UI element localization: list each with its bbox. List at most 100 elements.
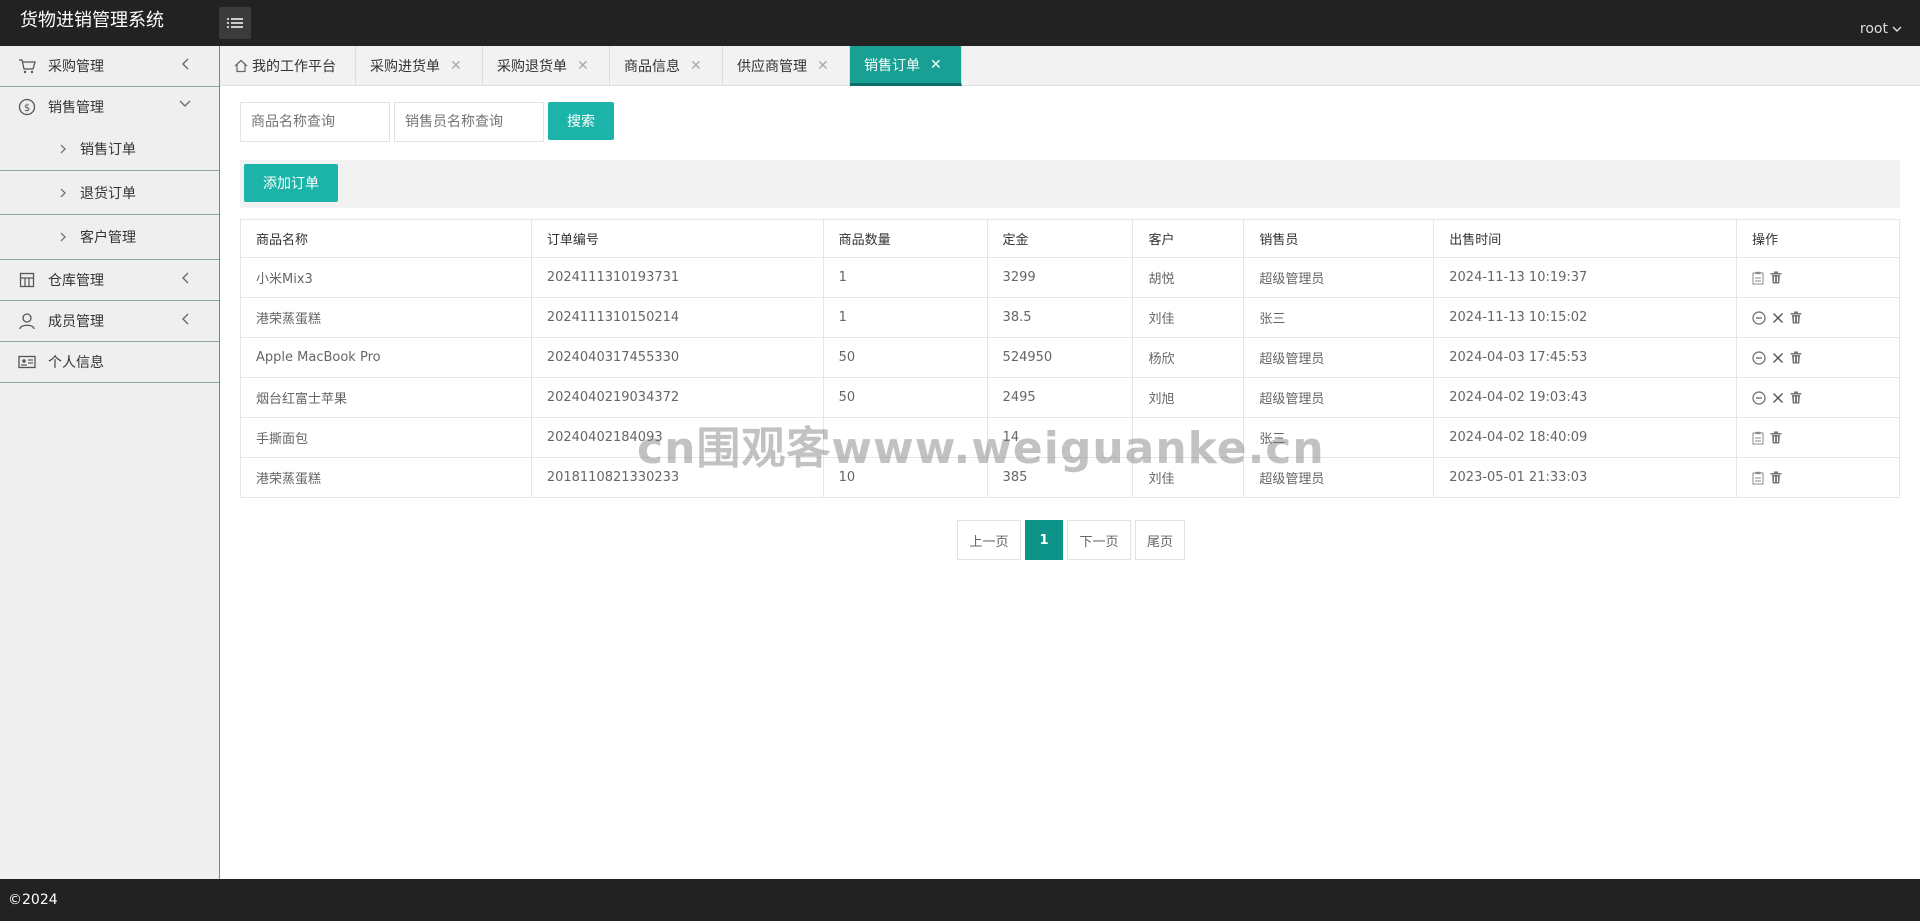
cell-deposit: 385 (986, 457, 1134, 498)
app-title: 货物进销管理系统 (20, 10, 164, 31)
cell-name: 烟台红富士苹果 (240, 377, 532, 418)
sidebar-item-label: 销售管理 (48, 100, 104, 116)
tab-products[interactable]: 商品信息 ✕ (610, 46, 723, 86)
next-page-button[interactable]: 下一页 (1067, 520, 1131, 560)
cell-deposit: 38.5 (986, 297, 1134, 338)
cell-qty: 50 (822, 337, 988, 378)
cell-qty: 1 (822, 297, 988, 338)
menu-toggle-button[interactable] (219, 7, 251, 39)
sidebar-item-profile[interactable]: 个人信息 (0, 342, 219, 382)
product-name-search-input[interactable] (240, 102, 390, 142)
cell-actions (1736, 337, 1900, 378)
cell-name: 港荣蒸蛋糕 (240, 297, 532, 338)
close-icon[interactable]: ✕ (817, 58, 829, 74)
chevron-left-icon (182, 272, 189, 284)
edit-icon[interactable] (1752, 471, 1764, 485)
sidebar-item-members[interactable]: 成员管理 (0, 301, 219, 341)
row-actions (1752, 271, 1899, 285)
row-actions (1752, 431, 1899, 445)
sidebar-subitem-label: 退货订单 (80, 185, 136, 202)
sidebar-subitem-label: 销售订单 (80, 141, 136, 158)
chevron-left-icon (182, 313, 189, 325)
sidebar-item-sales-orders[interactable]: 销售订单 (0, 127, 219, 171)
seller-name-search-input[interactable] (394, 102, 544, 142)
trash-icon[interactable] (1790, 391, 1802, 404)
add-order-button[interactable]: 添加订单 (244, 164, 338, 202)
current-page[interactable]: 1 (1025, 520, 1063, 560)
trash-icon[interactable] (1790, 311, 1802, 324)
copyright: ©2024 (8, 892, 58, 908)
main-content: 搜索 添加订单 商品名称 订单编号 商品数量 定金 客户 销售员 出售时间 操作… (220, 86, 1920, 879)
close-icon[interactable] (1772, 352, 1784, 364)
table-row: 手撕面包 20240402184093 14 张三 2024-04-02 18:40:0… (240, 417, 1900, 458)
cell-order-no: 2018110821330233 (530, 457, 824, 498)
table-row: 港荣蒸蛋糕 2018110821330233 10 385 刘佳 超级管理员 2023-05… (240, 457, 1900, 498)
last-page-button[interactable]: 尾页 (1135, 520, 1185, 560)
sidebar-item-warehouse[interactable]: 仓库管理 (0, 260, 219, 300)
chevron-right-icon (60, 144, 66, 153)
sidebar-item-return-orders[interactable]: 退货订单 (0, 171, 219, 215)
column-header[interactable]: 客户 (1132, 219, 1245, 258)
cell-order-no: 2024111310193731 (530, 257, 824, 298)
sidebar: 采购管理 $ 销售管理 销售订单 退货订单 客户管理 仓库管理 成员管理 个人信… (0, 46, 220, 879)
cell-deposit: 524950 (986, 337, 1134, 378)
tab-purchase-in[interactable]: 采购进货单 ✕ (356, 46, 483, 86)
tab-label: 供应商管理 (737, 59, 807, 75)
cell-name: 小米Mix3 (240, 257, 532, 298)
sidebar-item-label: 仓库管理 (48, 273, 104, 289)
id-card-icon (18, 353, 36, 371)
search-button[interactable]: 搜索 (548, 102, 614, 140)
trash-icon[interactable] (1770, 271, 1782, 284)
prev-page-button[interactable]: 上一页 (957, 520, 1021, 560)
tab-sales-orders[interactable]: 销售订单 ✕ (850, 46, 962, 86)
close-icon[interactable] (1772, 392, 1784, 404)
cell-time: 2024-04-02 19:03:43 (1433, 377, 1738, 418)
column-header[interactable]: 定金 (986, 219, 1134, 258)
warehouse-icon (18, 271, 36, 289)
tab-label: 我的工作平台 (252, 59, 336, 75)
sidebar-item-sales[interactable]: $ 销售管理 (0, 87, 219, 127)
cell-time: 2024-04-02 18:40:09 (1433, 417, 1738, 458)
close-icon[interactable] (1772, 312, 1784, 324)
table-row: 烟台红富士苹果 2024040219034372 50 2495 刘旭 超级管理员 2024… (240, 377, 1900, 418)
tab-suppliers[interactable]: 供应商管理 ✕ (723, 46, 850, 86)
column-header[interactable]: 出售时间 (1433, 219, 1738, 258)
chevron-right-icon (60, 232, 66, 242)
cell-time: 2023-05-01 21:33:03 (1433, 457, 1738, 498)
cell-name: Apple MacBook Pro (240, 337, 532, 378)
trash-icon[interactable] (1770, 471, 1782, 484)
sidebar-item-label: 个人信息 (48, 355, 104, 371)
sales-orders-table: 商品名称 订单编号 商品数量 定金 客户 销售员 出售时间 操作 小米Mix3 2… (240, 219, 1900, 498)
column-header[interactable]: 订单编号 (530, 219, 824, 258)
edit-icon[interactable] (1752, 271, 1764, 285)
edit-icon[interactable] (1752, 431, 1764, 445)
table-toolbar: 添加订单 (240, 160, 1900, 208)
column-header[interactable]: 商品名称 (240, 219, 532, 258)
close-icon[interactable]: ✕ (450, 58, 462, 74)
cell-seller: 超级管理员 (1243, 337, 1435, 378)
trash-icon[interactable] (1790, 351, 1802, 364)
minus-circle-icon[interactable] (1752, 310, 1766, 325)
close-icon[interactable]: ✕ (930, 57, 942, 73)
trash-icon[interactable] (1770, 431, 1782, 444)
chevron-left-icon (182, 58, 189, 70)
minus-circle-icon[interactable] (1752, 350, 1766, 365)
column-header[interactable]: 销售员 (1243, 219, 1435, 258)
minus-circle-icon[interactable] (1752, 390, 1766, 405)
column-header[interactable]: 商品数量 (822, 219, 988, 258)
sidebar-item-purchase[interactable]: 采购管理 (0, 46, 219, 86)
cell-deposit: 3299 (986, 257, 1134, 298)
tab-bar: 我的工作平台 采购进货单 ✕ 采购退货单 ✕ 商品信息 ✕ 供应商管理 ✕ 销售订单 ✕ (220, 46, 1920, 86)
cell-actions (1736, 257, 1900, 298)
pagination: 上一页 1 下一页 尾页 (957, 520, 1185, 560)
sidebar-item-customers[interactable]: 客户管理 (0, 215, 219, 259)
close-icon[interactable]: ✕ (690, 58, 702, 74)
sidebar-group-purchase: 采购管理 (0, 46, 219, 87)
close-icon[interactable]: ✕ (577, 58, 589, 74)
cell-customer: 刘佳 (1132, 297, 1245, 338)
tab-purchase-return[interactable]: 采购退货单 ✕ (483, 46, 610, 86)
tab-workbench[interactable]: 我的工作平台 (220, 46, 356, 86)
cell-actions (1736, 297, 1900, 338)
svg-text:$: $ (24, 103, 30, 114)
cell-customer: 胡悦 (1132, 257, 1245, 298)
